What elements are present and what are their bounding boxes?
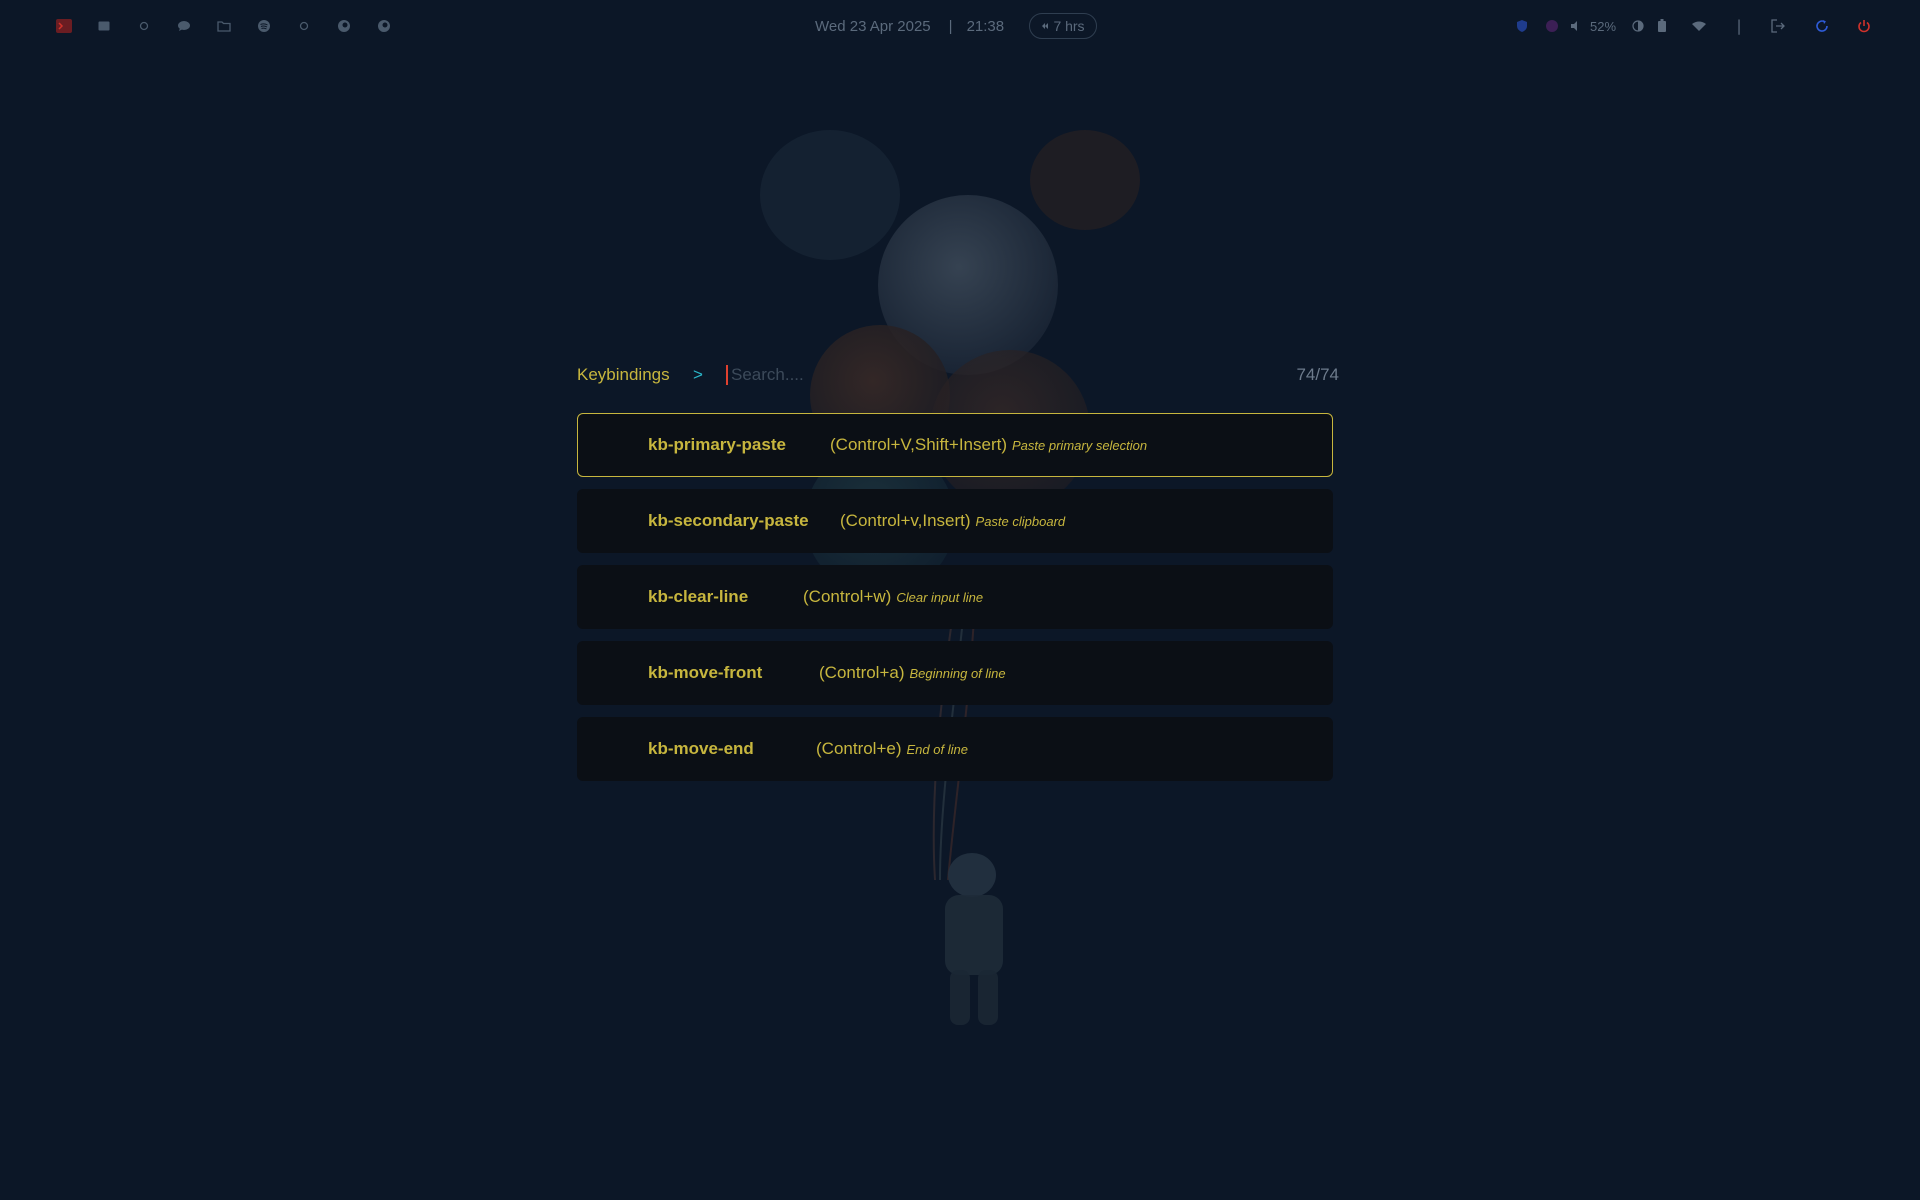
keybinding-detail: (Control+a) Beginning of line [819,663,1006,683]
workspace-music[interactable] [244,15,284,37]
search-input[interactable] [725,361,1131,389]
volume-text: 52% [1590,18,1617,34]
list-item[interactable]: kb-primary-paste (Control+V,Shift+Insert… [577,413,1333,477]
keybinding-detail: (Control+w) Clear input line [803,587,983,607]
logout-icon [1771,19,1785,33]
uptime-icon [1042,23,1049,29]
firefox-icon [378,20,390,32]
time-text: 21:38 [966,17,1005,35]
workspace-empty-1[interactable] [124,15,164,37]
battery-icon [1658,19,1666,32]
brightness-icon [1632,20,1644,32]
tray-brightness[interactable] [1628,15,1648,37]
tray-power[interactable] [1854,15,1874,37]
tray-restart[interactable] [1812,15,1832,37]
firefox-icon [338,20,350,32]
list-item[interactable]: kb-move-end (Control+e) End of line [577,717,1333,781]
uptime-text: 7 hrs [1053,18,1085,34]
keybinding-name: kb-move-end [648,739,754,758]
keybinding-detail: (Control+v,Insert) Paste clipboard [840,511,1065,531]
clock[interactable]: Wed 23 Apr 2025 | 21:38 [815,14,1004,38]
mail-icon [98,21,110,31]
workspace-chat[interactable] [164,15,204,37]
date-text: Wed 23 Apr 2025 [815,17,931,35]
result-count: 74/74 [1296,365,1339,384]
results-list: kb-primary-paste (Control+V,Shift+Insert… [577,413,1333,793]
list-item[interactable]: kb-clear-line (Control+w) Clear input li… [577,565,1333,629]
tray-battery[interactable] [1654,15,1670,37]
keybinding-name: kb-clear-line [648,587,749,606]
circle-icon [299,21,309,31]
keybinding-keys: (Control+w) [803,587,892,606]
workspace-browser-2[interactable] [364,15,404,37]
prompt-arrow: > [693,365,703,384]
clock-separator: | [948,17,953,35]
tray-shield[interactable] [1512,15,1532,37]
keybinding-description: Clear input line [896,590,984,605]
workspace-list [44,15,404,37]
app-icon [1546,20,1558,32]
list-item[interactable]: kb-move-front (Control+a) Beginning of l… [577,641,1333,705]
restart-icon [1816,20,1828,32]
volume-icon [1571,21,1577,31]
workspace-terminal[interactable] [44,15,84,37]
keybinding-keys: (Control+a) [819,663,905,682]
keybinding-description: Paste clipboard [975,514,1066,529]
text-cursor [726,365,728,385]
list-item[interactable]: kb-secondary-paste (Control+v,Insert) Pa… [577,489,1333,553]
system-tray: 52% | [1500,15,1900,37]
keybinding-keys: (Control+e) [816,739,902,758]
keybinding-detail: (Control+e) End of line [816,739,968,759]
workspace-files[interactable] [204,15,244,37]
shield-icon [1517,20,1527,32]
terminal-icon [56,19,72,33]
keybinding-name: kb-secondary-paste [648,511,809,530]
mode-label: Keybindings [577,365,670,384]
keybinding-name: kb-move-front [648,663,763,682]
tray-logout[interactable] [1768,15,1788,37]
workspace-browser-1[interactable] [324,15,364,37]
tray-divider: | [1736,17,1742,35]
spotify-icon [258,20,270,32]
keybinding-name: kb-primary-paste [648,435,786,454]
workspace-mail[interactable] [84,15,124,37]
chat-icon [178,21,190,31]
keybinding-keys: (Control+v,Insert) [840,511,971,530]
launcher-prompt: Keybindings > 74/74 [577,361,1339,389]
workspace-empty-2[interactable] [284,15,324,37]
uptime-badge[interactable]: 7 hrs [1029,13,1097,39]
wifi-icon [1692,21,1706,31]
keybinding-detail: (Control+V,Shift+Insert) Paste primary s… [830,435,1147,455]
folder-icon [217,21,231,32]
keybinding-keys: (Control+V,Shift+Insert) [830,435,1008,454]
top-bar: Wed 23 Apr 2025 | 21:38 7 hrs 52% | [0,0,1920,52]
circle-icon [139,21,149,31]
power-icon [1858,20,1870,33]
keybinding-description: Beginning of line [909,666,1006,681]
keybinding-description: Paste primary selection [1012,438,1148,453]
tray-wifi[interactable] [1688,15,1710,37]
tray-app[interactable] [1542,15,1562,37]
keybinding-description: End of line [906,742,968,757]
